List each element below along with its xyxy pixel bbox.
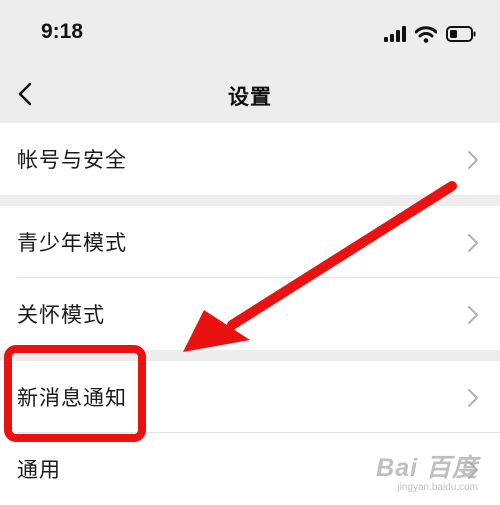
- status-icons: [384, 24, 476, 44]
- settings-item-new-message-notification[interactable]: 新消息通知: [0, 361, 500, 433]
- status-bar: 9:18: [0, 0, 500, 68]
- chevron-right-icon: [468, 151, 478, 169]
- settings-item-label: 青少年模式: [17, 231, 127, 255]
- chevron-right-icon: [468, 234, 478, 252]
- chevron-right-icon: [468, 389, 478, 407]
- settings-item-care-mode[interactable]: 关怀模式: [0, 278, 500, 350]
- settings-item-label: 关怀模式: [17, 303, 105, 327]
- settings-item-label: 通用: [17, 458, 61, 482]
- page-title: 设置: [228, 85, 272, 109]
- settings-group-account: 帐号与安全: [0, 123, 500, 195]
- settings-item-label: 帐号与安全: [17, 148, 127, 172]
- settings-item-label: 新消息通知: [17, 386, 127, 410]
- settings-item-general[interactable]: 通用: [0, 433, 500, 505]
- settings-group-general: 新消息通知 通用: [0, 361, 500, 505]
- settings-item-account-security[interactable]: 帐号与安全: [0, 123, 500, 195]
- settings-group-modes: 青少年模式 关怀模式: [0, 206, 500, 350]
- battery-icon: [446, 26, 476, 42]
- nav-bar: 设置: [0, 68, 500, 123]
- cellular-signal-icon: [384, 26, 406, 42]
- status-time: 9:18: [41, 20, 84, 43]
- wifi-icon: [415, 25, 437, 43]
- chevron-right-icon: [468, 306, 478, 324]
- chevron-right-icon: [468, 461, 478, 479]
- settings-item-teen-mode[interactable]: 青少年模式: [0, 206, 500, 278]
